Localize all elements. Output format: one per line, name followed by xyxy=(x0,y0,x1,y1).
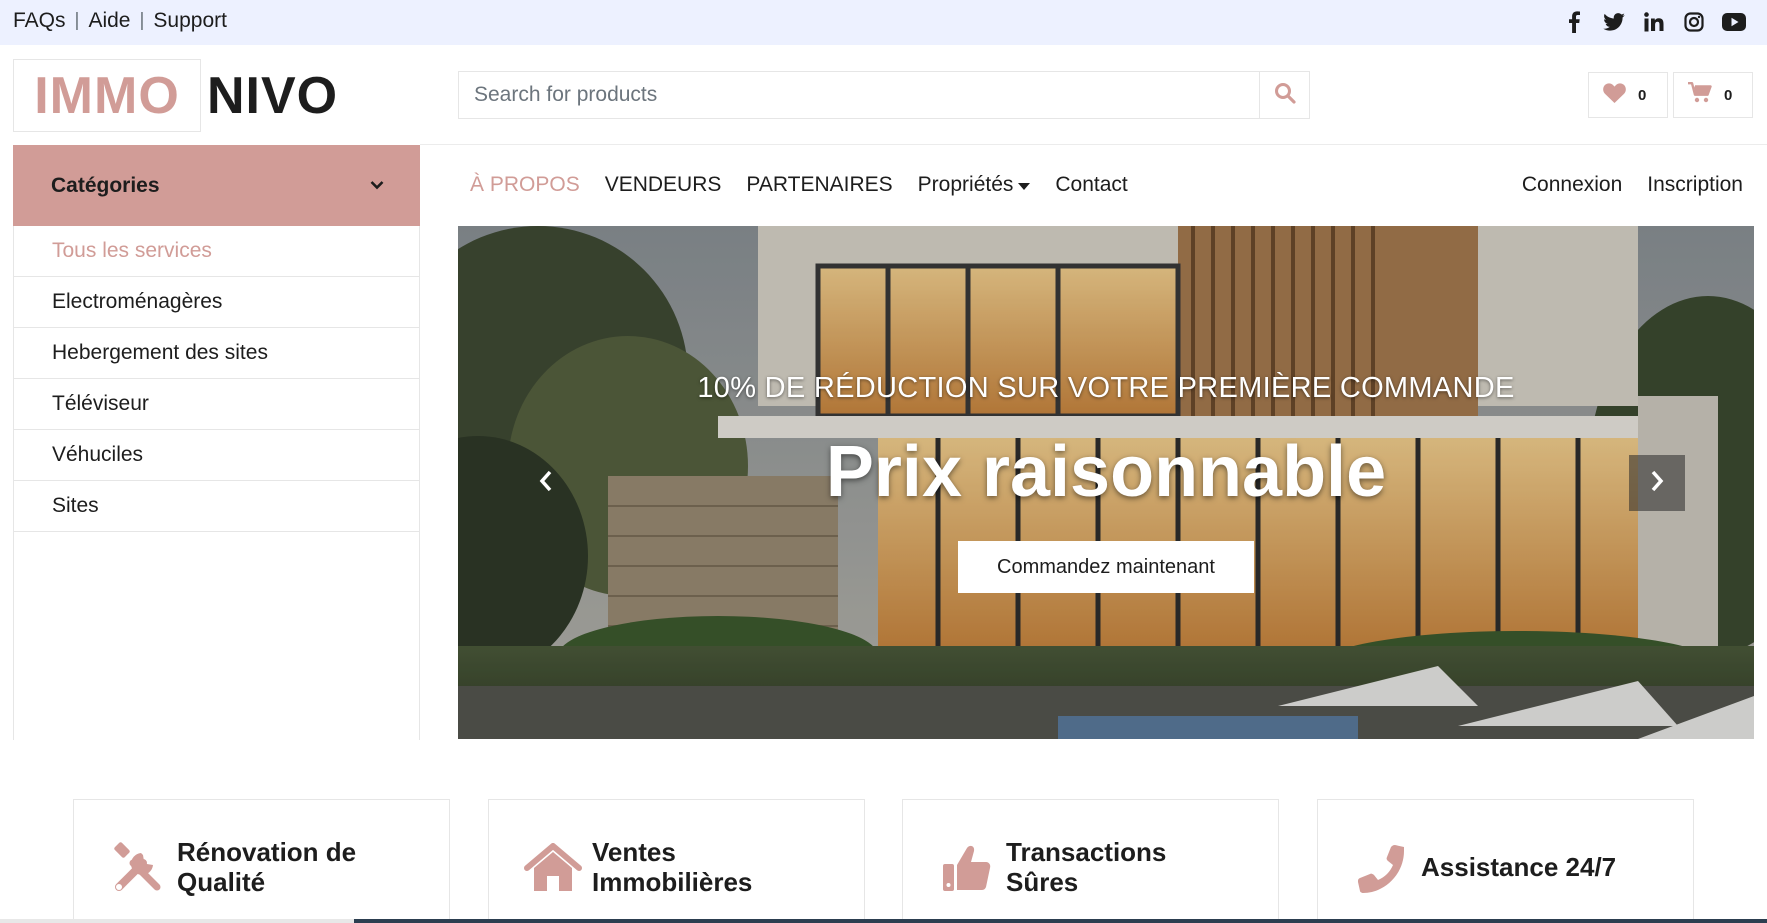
feature-card-transactions: Transactions Sûres xyxy=(902,799,1279,923)
wishlist-count: 0 xyxy=(1638,86,1647,104)
top-bar: FAQs | Aide | Support xyxy=(0,0,1767,45)
tools-icon xyxy=(107,837,169,899)
register-link[interactable]: Inscription xyxy=(1647,173,1743,197)
auth-nav: Connexion Inscription xyxy=(1522,173,1743,197)
social-links xyxy=(1561,9,1747,35)
main-nav: À PROPOS VENDEURS PARTENAIRES Propriétés… xyxy=(470,173,1128,197)
nav-item-properties[interactable]: Propriétés xyxy=(918,173,1031,197)
carousel-prev-button[interactable] xyxy=(518,455,574,511)
nav-item-about[interactable]: À PROPOS xyxy=(470,173,580,197)
caret-down-icon xyxy=(1018,182,1031,190)
categories-title: Catégories xyxy=(51,173,160,197)
thumbs-up-icon xyxy=(936,837,998,899)
linkedin-icon[interactable] xyxy=(1641,9,1667,35)
horizontal-scrollbar[interactable] xyxy=(0,919,1767,923)
logo-part-nivo: NIVO xyxy=(207,66,339,125)
home-icon xyxy=(522,837,584,899)
link-separator: | xyxy=(74,10,80,31)
instagram-icon[interactable] xyxy=(1681,9,1707,35)
category-item-all[interactable]: Tous les services xyxy=(14,226,419,277)
feature-title: Rénovation de Qualité xyxy=(177,837,357,897)
feature-title: Transactions Sûres xyxy=(1006,837,1167,897)
category-item-hosting[interactable]: Hebergement des sites xyxy=(14,328,419,379)
feature-card-renovation: Rénovation de Qualité xyxy=(73,799,450,923)
chevron-down-icon xyxy=(370,177,384,195)
feature-title: Ventes Immobilières xyxy=(592,837,753,897)
scrollbar-thumb[interactable] xyxy=(354,919,1767,923)
twitter-icon[interactable] xyxy=(1601,9,1627,35)
header-divider xyxy=(420,144,1767,145)
phone-icon xyxy=(1351,837,1413,899)
search-icon xyxy=(1274,82,1296,109)
feature-title: Assistance 24/7 xyxy=(1421,852,1617,882)
cart-button[interactable]: 0 xyxy=(1673,72,1753,118)
search-input[interactable] xyxy=(459,72,1259,118)
logo-part-immo: IMMO xyxy=(13,59,201,132)
link-separator: | xyxy=(139,10,145,31)
categories-toggle[interactable]: Catégories xyxy=(13,145,420,226)
chevron-left-icon xyxy=(538,469,554,498)
cart-icon xyxy=(1688,82,1712,108)
hero-carousel: 10% DE RÉDUCTION SUR VOTRE PREMIÈRE COMM… xyxy=(458,226,1754,739)
nav-item-properties-label: Propriétés xyxy=(917,173,1014,196)
hero-subtitle: 10% DE RÉDUCTION SUR VOTRE PREMIÈRE COMM… xyxy=(697,372,1515,404)
nav-item-partners[interactable]: PARTENAIRES xyxy=(746,173,892,197)
facebook-icon[interactable] xyxy=(1561,9,1587,35)
order-now-button[interactable]: Commandez maintenant xyxy=(958,541,1254,593)
login-link[interactable]: Connexion xyxy=(1522,173,1622,197)
search-button[interactable] xyxy=(1259,72,1309,118)
category-item-sites[interactable]: Sites xyxy=(14,481,419,532)
hero-title: Prix raisonnable xyxy=(825,432,1387,512)
youtube-icon[interactable] xyxy=(1721,9,1747,35)
support-link[interactable]: Support xyxy=(153,9,227,33)
wishlist-button[interactable]: 0 xyxy=(1588,72,1668,118)
carousel-next-button[interactable] xyxy=(1629,455,1685,511)
category-item-appliances[interactable]: Electroménagères xyxy=(14,277,419,328)
chevron-right-icon xyxy=(1649,469,1665,498)
feature-card-support: Assistance 24/7 xyxy=(1317,799,1694,923)
top-links: FAQs | Aide | Support xyxy=(13,9,227,33)
cart-count: 0 xyxy=(1724,86,1733,104)
categories-list: Tous les services Electroménagères Heber… xyxy=(13,226,420,740)
category-item-vehicles[interactable]: Véhuciles xyxy=(14,430,419,481)
category-item-tv[interactable]: Téléviseur xyxy=(14,379,419,430)
nav-item-sellers[interactable]: VENDEURS xyxy=(605,173,722,197)
search-bar xyxy=(458,71,1310,119)
feature-card-sales: Ventes Immobilières xyxy=(488,799,865,923)
heart-icon xyxy=(1603,82,1626,108)
aide-link[interactable]: Aide xyxy=(88,9,130,33)
nav-item-contact[interactable]: Contact xyxy=(1055,173,1127,197)
site-logo[interactable]: IMMO NIVO xyxy=(13,59,338,132)
faqs-link[interactable]: FAQs xyxy=(13,9,66,33)
